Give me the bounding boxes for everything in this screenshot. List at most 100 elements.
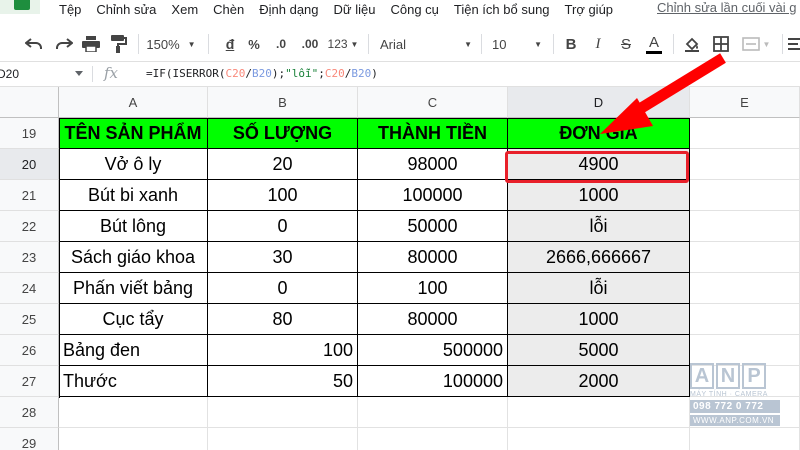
print-icon[interactable] — [79, 26, 103, 62]
cell-e21[interactable] — [690, 180, 800, 211]
last-edit-link[interactable]: Chỉnh sửa lần cuối vài g — [657, 0, 797, 15]
decrease-decimal-button[interactable]: .0 — [270, 26, 292, 62]
cell-c21[interactable]: 100000 — [358, 180, 508, 211]
cell-a25[interactable]: Cục tẩy — [59, 304, 208, 335]
cell-c20[interactable]: 98000 — [358, 149, 508, 180]
row-header-21[interactable]: 21 — [0, 180, 59, 211]
font-size-select[interactable]: 10 ▼ — [492, 26, 542, 62]
cell-e25[interactable] — [690, 304, 800, 335]
increase-decimal-button[interactable]: .00 — [298, 26, 322, 62]
menu-format[interactable]: Định dạng — [259, 2, 318, 17]
menu-file[interactable]: Tệp — [59, 2, 81, 17]
borders-icon[interactable] — [710, 26, 732, 62]
cell-a28[interactable] — [59, 397, 208, 428]
menu-insert[interactable]: Chèn — [213, 2, 244, 17]
cell-c26[interactable]: 500000 — [358, 335, 508, 366]
cell-b24[interactable]: 0 — [208, 273, 358, 304]
cell-c23[interactable]: 80000 — [358, 242, 508, 273]
row-header-26[interactable]: 26 — [0, 335, 59, 366]
cell-d27[interactable]: 2000 — [508, 366, 690, 397]
cell-c24[interactable]: 100 — [358, 273, 508, 304]
sheets-logo-icon[interactable] — [0, 0, 40, 14]
percent-format-button[interactable]: % — [244, 26, 264, 62]
row-header-27[interactable]: 27 — [0, 366, 59, 397]
cell-a24[interactable]: Phấn viết bảng — [59, 273, 208, 304]
cell-d22[interactable]: lỗi — [508, 211, 690, 242]
cell-b19[interactable]: SỐ LƯỢNG — [208, 118, 358, 149]
row-header-23[interactable]: 23 — [0, 242, 59, 273]
menu-addons[interactable]: Tiện ích bổ sung — [454, 2, 550, 17]
cell-a27[interactable]: Thước — [59, 366, 208, 397]
cell-a21[interactable]: Bút bi xanh — [59, 180, 208, 211]
row-header-22[interactable]: 22 — [0, 211, 59, 242]
cell-d25[interactable]: 1000 — [508, 304, 690, 335]
cell-a19[interactable]: TÊN SẢN PHẨM — [59, 118, 208, 149]
cell-b20[interactable]: 20 — [208, 149, 358, 180]
menu-edit[interactable]: Chỉnh sửa — [96, 2, 156, 17]
menu-tools[interactable]: Công cụ — [390, 2, 438, 17]
select-all-corner[interactable] — [0, 87, 59, 118]
cell-b21[interactable]: 100 — [208, 180, 358, 211]
cell-c28[interactable] — [358, 397, 508, 428]
cell-e26[interactable] — [690, 335, 800, 366]
font-family-select[interactable]: Arial ▼ — [380, 26, 472, 62]
redo-icon[interactable] — [52, 26, 76, 62]
merge-cells-icon[interactable]: ▼ — [738, 26, 774, 62]
zoom-select[interactable]: 150% ▼ — [146, 26, 196, 62]
cell-c29[interactable] — [358, 428, 508, 450]
formula-input[interactable]: =IF(ISERROR(C20/B20);"lỗi";C20/B20) — [146, 67, 378, 80]
cell-e24[interactable] — [690, 273, 800, 304]
cell-a23[interactable]: Sách giáo khoa — [59, 242, 208, 273]
strikethrough-button[interactable]: S — [616, 26, 636, 62]
cell-d19[interactable]: ĐƠN GIÁ — [508, 118, 690, 149]
cell-e19[interactable] — [690, 118, 800, 149]
column-header-b[interactable]: B — [208, 87, 358, 118]
more-formats-select[interactable]: 123 ▼ — [326, 26, 360, 62]
cell-d21[interactable]: 1000 — [508, 180, 690, 211]
cell-a26[interactable]: Bảng đen — [59, 335, 208, 366]
cell-b23[interactable]: 30 — [208, 242, 358, 273]
cell-b29[interactable] — [208, 428, 358, 450]
paint-format-icon[interactable] — [107, 26, 131, 62]
italic-button[interactable]: I — [588, 26, 608, 62]
row-header-24[interactable]: 24 — [0, 273, 59, 304]
cell-d24[interactable]: lỗi — [508, 273, 690, 304]
cell-b26[interactable]: 100 — [208, 335, 358, 366]
row-header-20[interactable]: 20 — [0, 149, 59, 180]
text-color-button[interactable]: A — [643, 26, 665, 62]
column-header-d[interactable]: D — [508, 87, 690, 118]
cell-d23[interactable]: 2666,666667 — [508, 242, 690, 273]
align-icon[interactable] — [788, 26, 800, 62]
cell-d20[interactable]: 4900 — [508, 149, 690, 180]
cell-c22[interactable]: 50000 — [358, 211, 508, 242]
bold-button[interactable]: B — [561, 26, 581, 62]
currency-format-button[interactable]: đ — [220, 26, 240, 62]
row-header-25[interactable]: 25 — [0, 304, 59, 335]
undo-icon[interactable] — [22, 26, 46, 62]
column-header-a[interactable]: A — [59, 87, 208, 118]
cell-e22[interactable] — [690, 211, 800, 242]
fill-color-icon[interactable] — [681, 26, 703, 62]
cell-a29[interactable] — [59, 428, 208, 450]
cell-a20[interactable]: Vở ô ly — [59, 149, 208, 180]
column-header-c[interactable]: C — [358, 87, 508, 118]
menu-data[interactable]: Dữ liệu — [334, 2, 376, 17]
cell-e20[interactable] — [690, 149, 800, 180]
column-header-e[interactable]: E — [690, 87, 800, 118]
cell-b27[interactable]: 50 — [208, 366, 358, 397]
cell-c19[interactable]: THÀNH TIỀN — [358, 118, 508, 149]
chevron-down-icon[interactable] — [75, 71, 83, 76]
row-header-28[interactable]: 28 — [0, 397, 59, 428]
cell-c27[interactable]: 100000 — [358, 366, 508, 397]
menu-help[interactable]: Trợ giúp — [565, 2, 614, 17]
menu-view[interactable]: Xem — [171, 2, 198, 17]
cell-c25[interactable]: 80000 — [358, 304, 508, 335]
cell-e23[interactable] — [690, 242, 800, 273]
cell-b28[interactable] — [208, 397, 358, 428]
row-header-19[interactable]: 19 — [0, 118, 59, 149]
cell-b25[interactable]: 80 — [208, 304, 358, 335]
cell-a22[interactable]: Bút lông — [59, 211, 208, 242]
row-header-29[interactable]: 29 — [0, 428, 59, 450]
cell-d26[interactable]: 5000 — [508, 335, 690, 366]
cell-d29[interactable] — [508, 428, 690, 450]
